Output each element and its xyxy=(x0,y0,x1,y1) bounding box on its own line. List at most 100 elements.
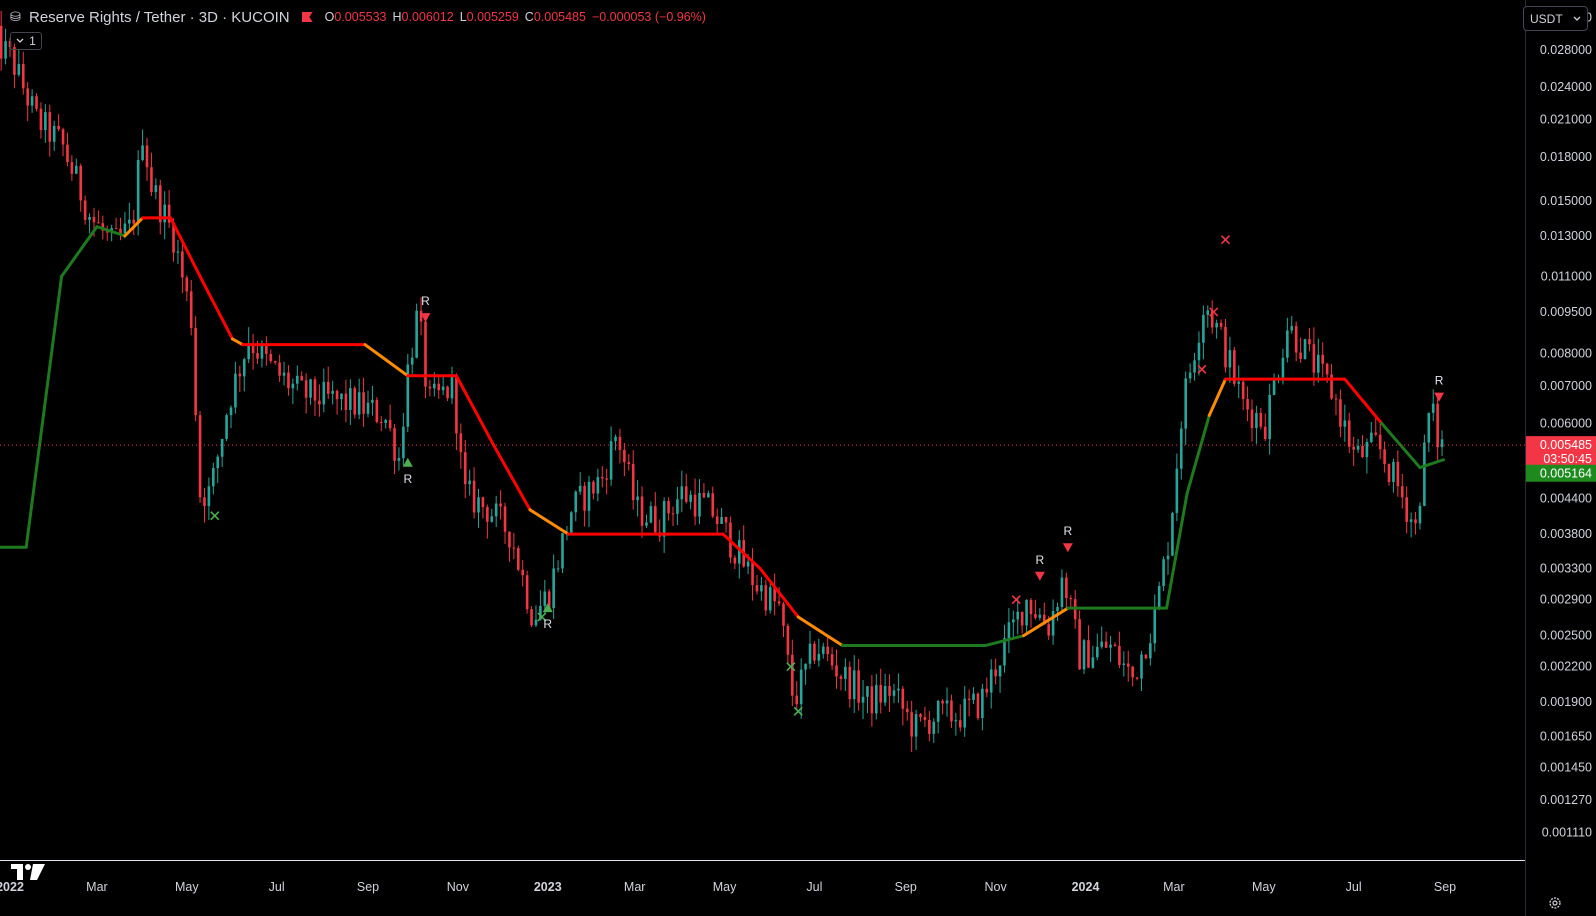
candle-body xyxy=(388,419,392,429)
gear-icon[interactable] xyxy=(1548,896,1562,910)
candle-body xyxy=(985,688,989,693)
time-tick-label: Sep xyxy=(357,880,379,894)
candle-body xyxy=(998,665,1002,677)
signal-x-marker xyxy=(1011,595,1021,605)
candle-body xyxy=(446,386,449,399)
candle-body xyxy=(1303,339,1307,359)
change-value: −0.000053 (−0.96%) xyxy=(591,10,706,24)
candle-body xyxy=(428,386,432,389)
candle-body xyxy=(35,96,38,109)
currency-select[interactable]: USDT xyxy=(1523,6,1588,31)
candle-body xyxy=(1113,644,1117,646)
candle-body xyxy=(490,516,494,522)
candle-body xyxy=(605,478,608,480)
candle-body xyxy=(1202,314,1205,343)
candle-body xyxy=(1051,611,1055,636)
time-axis[interactable]: 2022 Mar May Jul Sep Nov 2023 Mar May Jul Sep Nov 20… xyxy=(0,860,1525,916)
indicators-toggle-button[interactable]: 1 xyxy=(10,32,42,50)
candle-body xyxy=(1228,350,1232,368)
candle-body xyxy=(830,654,834,666)
candle-body xyxy=(1215,322,1218,328)
candle-body xyxy=(472,480,476,513)
candle-body xyxy=(309,379,312,398)
candle-body xyxy=(919,714,922,718)
candle-body xyxy=(640,496,644,526)
signal-x-marker xyxy=(1209,307,1219,317)
candle-body xyxy=(1012,619,1015,623)
candle-body xyxy=(1091,657,1095,668)
price-axis[interactable]: 0.0320000.0280000.0240000.0210000.018000… xyxy=(1525,0,1596,860)
symbol-title[interactable]: Reserve Rights / Tether · 3D · KUCOIN xyxy=(29,9,290,26)
price-tick-label: 0.024000 xyxy=(1540,80,1592,94)
candle-body xyxy=(707,493,710,498)
candle-body xyxy=(1352,446,1355,450)
candle-body xyxy=(614,436,617,442)
time-tick-label: Sep xyxy=(1434,880,1456,894)
candle-body xyxy=(322,381,326,405)
candle-body xyxy=(83,200,87,220)
candle-body xyxy=(1250,409,1254,429)
candle-body xyxy=(676,499,679,514)
signal-triangle-down xyxy=(1034,571,1045,581)
candle-body xyxy=(265,345,268,354)
candle-body xyxy=(234,373,237,408)
candle-body xyxy=(295,375,299,384)
candle-body xyxy=(1281,357,1285,378)
candle-body xyxy=(724,517,728,523)
price-tick-label: 0.001110 xyxy=(1542,826,1592,840)
trail-line-segment xyxy=(230,337,245,347)
time-tick-label: 2023 xyxy=(534,880,562,894)
candle-body xyxy=(1396,461,1400,487)
price-tick-label: 0.018000 xyxy=(1540,150,1592,164)
candle-body xyxy=(989,669,993,693)
candle-body xyxy=(1100,641,1104,647)
signal-label: R xyxy=(403,472,412,486)
candle-body xyxy=(928,719,931,734)
candle-body xyxy=(1294,326,1298,353)
candle-body xyxy=(1308,339,1311,345)
candle-body xyxy=(910,712,913,737)
candle-body xyxy=(48,112,52,142)
candle-body xyxy=(1286,330,1289,358)
candle-body xyxy=(936,700,940,722)
candle-body xyxy=(888,686,891,696)
candle-body xyxy=(791,654,794,696)
price-tick-label: 0.011000 xyxy=(1541,269,1592,283)
candle-body xyxy=(145,145,149,168)
candle-body xyxy=(1135,677,1139,679)
candle-body xyxy=(79,165,83,201)
candle-body xyxy=(1219,322,1223,327)
candle-body xyxy=(1087,640,1090,668)
candle-body xyxy=(631,464,635,501)
low-value: L0.005259 xyxy=(459,10,519,24)
candle-body xyxy=(494,503,498,517)
candle-body xyxy=(844,666,847,679)
candle-body xyxy=(282,372,286,376)
candle-body xyxy=(733,557,737,564)
candle-body xyxy=(1272,380,1276,395)
candle-body xyxy=(861,696,865,703)
candle-body xyxy=(905,708,909,713)
candle-body xyxy=(353,388,357,415)
tradingview-logo-icon[interactable] xyxy=(11,864,45,880)
candle-body xyxy=(1047,624,1050,636)
candle-body xyxy=(963,698,967,728)
candle-body xyxy=(13,47,16,75)
candle-body xyxy=(1374,432,1378,435)
candle-body xyxy=(636,496,639,501)
tradingview-symbol-icon: ⛁ xyxy=(10,9,21,24)
candle-body xyxy=(17,63,21,75)
candle-body xyxy=(711,493,715,517)
candle-body xyxy=(1188,372,1192,379)
flag-icon[interactable] xyxy=(301,12,313,22)
price-chart[interactable]: R R R R R R xyxy=(0,0,1525,860)
chevron-down-icon xyxy=(1573,16,1581,21)
candle-body xyxy=(866,686,869,697)
candle-body xyxy=(967,698,971,700)
price-tick-label: 0.001270 xyxy=(1540,793,1592,807)
candle-body xyxy=(786,625,790,655)
candle-body xyxy=(1157,585,1161,609)
candle-body xyxy=(755,585,759,592)
candle-body xyxy=(477,497,480,513)
candle-body xyxy=(74,165,78,174)
